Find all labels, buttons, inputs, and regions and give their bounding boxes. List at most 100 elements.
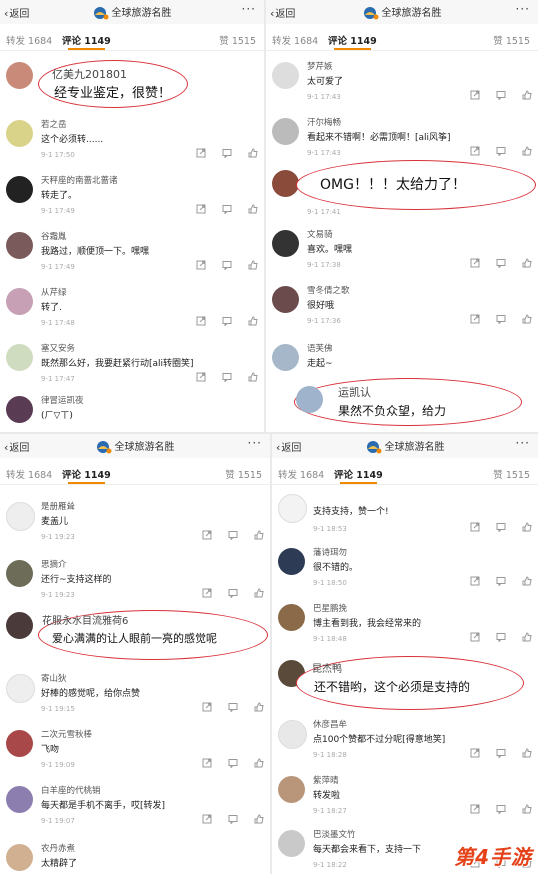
comment-icon[interactable] [222, 148, 232, 158]
like-icon[interactable] [522, 576, 532, 586]
like-icon[interactable] [522, 314, 532, 324]
more-menu-button[interactable]: ··· [242, 2, 256, 16]
avatar[interactable] [6, 396, 33, 423]
comment-author[interactable]: 休彦昌牟 [313, 718, 347, 730]
account-title[interactable]: 全球旅游名胜 [266, 4, 538, 20]
tab-likes[interactable]: 赞 1515 [493, 33, 530, 47]
like-icon[interactable] [254, 814, 264, 824]
tab-comments[interactable]: 评论 1149 [328, 33, 377, 50]
avatar[interactable] [6, 786, 33, 813]
like-icon[interactable] [522, 748, 532, 758]
avatar[interactable] [6, 612, 33, 639]
avatar[interactable] [6, 730, 33, 757]
share-icon[interactable] [470, 258, 480, 268]
comment-author[interactable]: 运凯认 [338, 384, 371, 400]
like-icon[interactable] [248, 204, 258, 214]
avatar[interactable] [278, 776, 305, 803]
avatar[interactable] [278, 604, 305, 631]
comment-icon[interactable] [496, 522, 506, 532]
share-icon[interactable] [470, 314, 480, 324]
avatar[interactable] [278, 548, 305, 575]
share-icon[interactable] [196, 316, 206, 326]
avatar[interactable] [6, 674, 35, 703]
comment-author[interactable]: 巴淡墨文竹 [313, 828, 356, 840]
avatar[interactable] [272, 170, 299, 197]
tab-reposts[interactable]: 转发 1684 [272, 33, 318, 47]
share-icon[interactable] [470, 632, 480, 642]
share-icon[interactable] [196, 260, 206, 270]
avatar[interactable] [6, 120, 33, 147]
comment-author[interactable]: 藩诗珥勿 [313, 546, 347, 558]
share-icon[interactable] [470, 90, 480, 100]
comment-author[interactable]: 亿美九201801 [52, 66, 127, 82]
like-icon[interactable] [522, 90, 532, 100]
avatar[interactable] [272, 118, 299, 145]
comment-icon[interactable] [496, 632, 506, 642]
like-icon[interactable] [522, 258, 532, 268]
comment-icon[interactable] [228, 814, 238, 824]
share-icon[interactable] [202, 702, 212, 712]
comment-author[interactable]: 汗尔梅畅 [307, 116, 341, 128]
avatar[interactable] [6, 176, 33, 203]
tab-comments[interactable]: 评论 1149 [62, 33, 111, 50]
comment-icon[interactable] [228, 758, 238, 768]
avatar[interactable] [296, 386, 323, 413]
avatar[interactable] [6, 844, 33, 871]
avatar[interactable] [6, 560, 33, 587]
share-icon[interactable] [470, 748, 480, 758]
share-icon[interactable] [202, 588, 212, 598]
comment-author[interactable]: 语芙佛 [307, 342, 333, 354]
avatar[interactable] [6, 288, 33, 315]
comment-author[interactable]: 谷霜胤 [41, 230, 67, 242]
comment-icon[interactable] [228, 702, 238, 712]
comment-author[interactable]: 律冒运凯夜 [41, 394, 84, 406]
comment-icon[interactable] [222, 260, 232, 270]
like-icon[interactable] [248, 260, 258, 270]
like-icon[interactable] [522, 522, 532, 532]
comment-author[interactable]: 白羊座的代桃销 [41, 784, 101, 796]
comment-author[interactable]: 紫萍晴 [313, 774, 339, 786]
comment-icon[interactable] [222, 372, 232, 382]
comment-icon[interactable] [222, 316, 232, 326]
like-icon[interactable] [248, 148, 258, 158]
comment-author[interactable]: 梦芹嫉 [307, 60, 333, 72]
comment-icon[interactable] [496, 146, 506, 156]
comment-author[interactable]: 天秤座的南蔷北蔷诸 [41, 174, 118, 186]
comment-author[interactable]: 花服永水目流雅荷6 [42, 612, 128, 627]
comment-icon[interactable] [228, 530, 238, 540]
more-menu-button[interactable]: ··· [516, 436, 530, 450]
like-icon[interactable] [522, 804, 532, 814]
comment-author[interactable]: 若之岳 [41, 118, 67, 130]
more-menu-button[interactable]: ··· [516, 2, 530, 16]
tab-likes[interactable]: 赞 1515 [225, 467, 262, 481]
avatar[interactable] [6, 232, 33, 259]
avatar[interactable] [6, 344, 33, 371]
comment-author[interactable]: 寄山狄 [41, 672, 67, 684]
tab-comments[interactable]: 评论 1149 [334, 467, 383, 484]
like-icon[interactable] [254, 588, 264, 598]
comment-author[interactable]: 昆杰鸭 [312, 660, 342, 675]
share-icon[interactable] [470, 804, 480, 814]
tab-likes[interactable]: 赞 1515 [219, 33, 256, 47]
share-icon[interactable] [196, 204, 206, 214]
avatar[interactable] [278, 720, 307, 749]
avatar[interactable] [278, 830, 305, 857]
avatar[interactable] [278, 494, 307, 523]
share-icon[interactable] [470, 146, 480, 156]
tab-comments[interactable]: 评论 1149 [62, 467, 111, 484]
share-icon[interactable] [196, 148, 206, 158]
like-icon[interactable] [522, 146, 532, 156]
like-icon[interactable] [248, 372, 258, 382]
share-icon[interactable] [202, 758, 212, 768]
account-title[interactable]: 全球旅游名胜 [0, 4, 264, 20]
account-title[interactable]: 全球旅游名胜 [0, 438, 270, 454]
comment-author[interactable]: 塞又安务 [41, 342, 75, 354]
comment-author[interactable]: 农丹赤煮 [41, 842, 75, 854]
avatar[interactable] [272, 286, 299, 313]
avatar[interactable] [272, 62, 299, 89]
avatar[interactable] [6, 502, 35, 531]
comment-icon[interactable] [496, 258, 506, 268]
tab-reposts[interactable]: 转发 1684 [278, 467, 324, 481]
avatar[interactable] [6, 62, 33, 89]
comment-icon[interactable] [496, 314, 506, 324]
